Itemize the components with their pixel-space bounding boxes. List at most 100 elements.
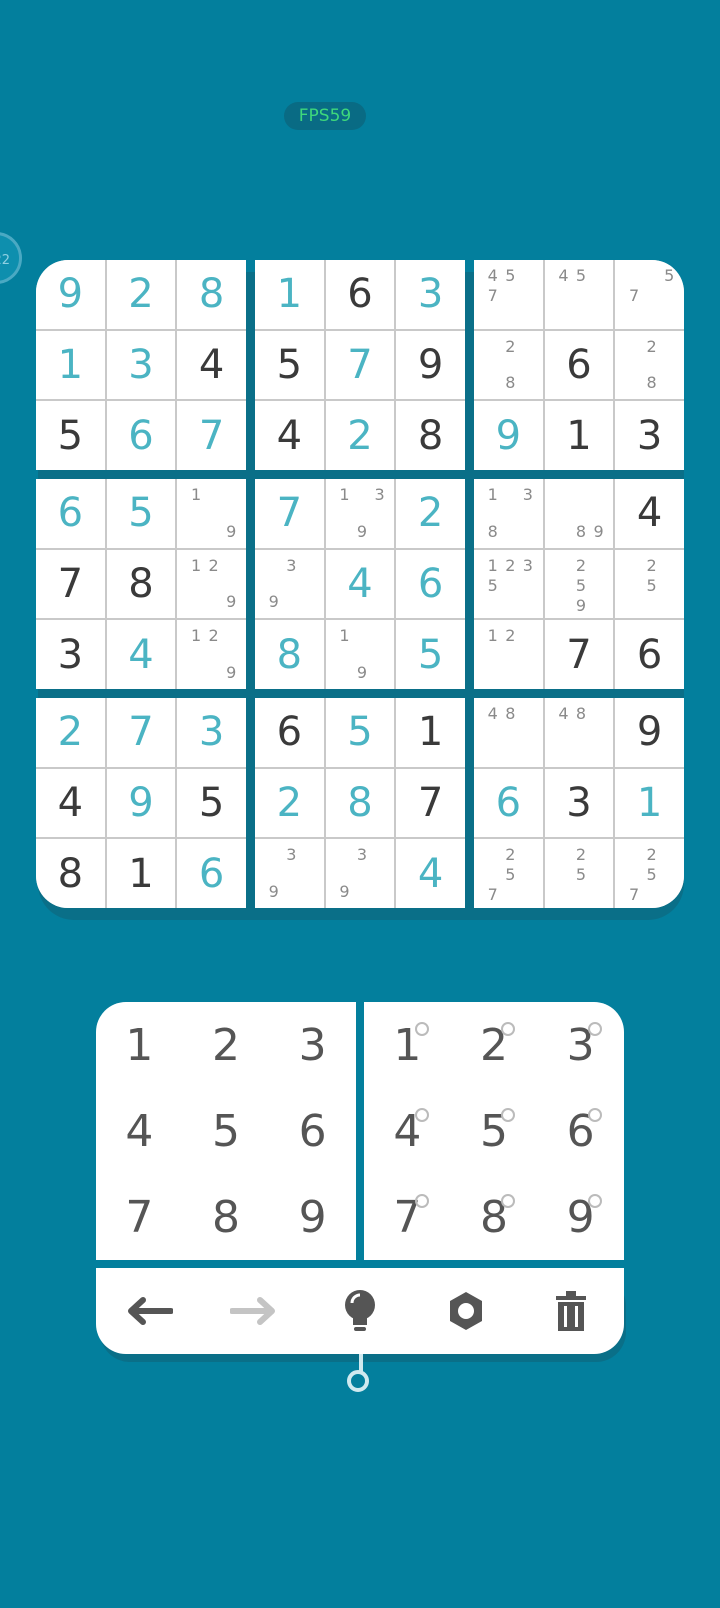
sudoku-cell[interactable]: 7 — [106, 698, 176, 767]
sudoku-cell[interactable]: 2 — [106, 260, 176, 329]
sudoku-cell[interactable]: 19 — [325, 620, 395, 689]
sudoku-cell[interactable]: 2 — [396, 479, 465, 548]
sudoku-cell[interactable]: 48 — [544, 698, 614, 767]
sudoku-cell[interactable]: 7 — [177, 401, 246, 470]
digit-key-5[interactable]: 5 — [183, 1088, 270, 1174]
sudoku-cell[interactable]: 9 — [36, 260, 105, 329]
settings-button[interactable] — [436, 1281, 496, 1341]
sudoku-cell[interactable]: 39 — [325, 839, 395, 908]
sudoku-cell[interactable]: 7 — [36, 549, 105, 619]
sudoku-cell[interactable]: 129 — [177, 549, 246, 619]
sudoku-cell[interactable]: 1 3 8 — [474, 479, 543, 548]
sudoku-cell[interactable]: 6 — [36, 479, 105, 548]
note-key-9[interactable]: 9 — [537, 1174, 624, 1260]
sudoku-cell[interactable]: 457 — [474, 260, 543, 329]
sudoku-cell[interactable]: 123 5 — [474, 549, 543, 619]
note-key-5[interactable]: 5 — [451, 1088, 538, 1174]
sudoku-cell[interactable]: 8 — [255, 620, 324, 689]
sudoku-cell[interactable]: 89 — [544, 479, 614, 548]
note-key-1[interactable]: 1 — [364, 1002, 451, 1088]
sudoku-cell[interactable]: 4 — [396, 839, 465, 908]
sudoku-cell[interactable]: 5 — [36, 401, 105, 470]
note-key-6[interactable]: 6 — [537, 1088, 624, 1174]
sudoku-cell[interactable]: 12 — [474, 620, 543, 689]
note-key-8[interactable]: 8 — [451, 1174, 538, 1260]
sudoku-cell[interactable]: 3 — [396, 260, 465, 329]
sudoku-cell[interactable]: 19 — [177, 479, 246, 548]
note-key-4[interactable]: 4 — [364, 1088, 451, 1174]
sudoku-cell[interactable]: 9 — [106, 768, 176, 838]
sudoku-cell[interactable]: 1 — [544, 401, 614, 470]
sudoku-cell[interactable]: 5 — [255, 330, 324, 400]
side-timer-bubble[interactable]: 22 — [0, 232, 22, 284]
hint-button[interactable] — [330, 1281, 390, 1341]
note-key-2[interactable]: 2 — [451, 1002, 538, 1088]
sudoku-cell[interactable]: 2 — [36, 698, 105, 767]
sudoku-cell[interactable]: 1 — [396, 698, 465, 767]
sudoku-cell[interactable]: 2 — [325, 401, 395, 470]
sudoku-cell[interactable]: 5 — [177, 768, 246, 838]
sudoku-cell[interactable]: 45 — [544, 260, 614, 329]
sudoku-cell[interactable]: 8 — [177, 260, 246, 329]
sudoku-cell[interactable]: 8 — [396, 401, 465, 470]
digit-key-9[interactable]: 9 — [269, 1174, 356, 1260]
note-key-3[interactable]: 3 — [537, 1002, 624, 1088]
sudoku-cell[interactable]: 4 — [177, 330, 246, 400]
sudoku-cell[interactable]: 8 — [325, 768, 395, 838]
sudoku-cell[interactable]: 4 — [106, 620, 176, 689]
sudoku-cell[interactable]: 3 — [177, 698, 246, 767]
sudoku-cell[interactable]: 7 — [396, 768, 465, 838]
digit-key-7[interactable]: 7 — [96, 1174, 183, 1260]
digit-key-1[interactable]: 1 — [96, 1002, 183, 1088]
sudoku-cell[interactable]: 6 — [615, 620, 684, 689]
sudoku-cell[interactable]: 5 — [396, 620, 465, 689]
sudoku-cell[interactable]: 48 — [474, 698, 543, 767]
sudoku-cell[interactable]: 5 — [106, 479, 176, 548]
sudoku-cell[interactable]: 8 — [106, 549, 176, 619]
sudoku-cell[interactable]: 9 — [474, 401, 543, 470]
sudoku-cell[interactable]: 1 — [36, 330, 105, 400]
sudoku-cell[interactable]: 1 — [615, 768, 684, 838]
sudoku-cell[interactable]: 129 — [177, 620, 246, 689]
sudoku-cell[interactable]: 3 — [106, 330, 176, 400]
sudoku-cell[interactable]: 6 — [177, 839, 246, 908]
sudoku-cell[interactable]: 2 — [255, 768, 324, 838]
sudoku-cell[interactable]: 6 — [255, 698, 324, 767]
sudoku-cell[interactable]: 39 — [255, 549, 324, 619]
sudoku-cell[interactable]: 39 — [255, 839, 324, 908]
sudoku-cell[interactable]: 25 — [615, 549, 684, 619]
sudoku-cell[interactable]: 4 — [36, 768, 105, 838]
undo-button[interactable] — [119, 1281, 179, 1341]
sudoku-cell[interactable]: 1 — [255, 260, 324, 329]
sudoku-cell[interactable]: 7 — [544, 620, 614, 689]
sudoku-cell[interactable]: 28 — [615, 330, 684, 400]
sudoku-cell[interactable]: 57 — [615, 260, 684, 329]
drag-handle[interactable] — [347, 1370, 369, 1392]
sudoku-cell[interactable]: 257 — [615, 839, 684, 908]
sudoku-cell[interactable]: 1 — [106, 839, 176, 908]
sudoku-cell[interactable]: 3 — [36, 620, 105, 689]
sudoku-cell[interactable]: 4 — [325, 549, 395, 619]
sudoku-cell[interactable]: 4 — [615, 479, 684, 548]
sudoku-cell[interactable]: 6 — [106, 401, 176, 470]
sudoku-cell[interactable]: 28 — [474, 330, 543, 400]
digit-key-3[interactable]: 3 — [269, 1002, 356, 1088]
digit-key-6[interactable]: 6 — [269, 1088, 356, 1174]
sudoku-cell[interactable]: 9 — [396, 330, 465, 400]
delete-button[interactable] — [541, 1281, 601, 1341]
sudoku-cell[interactable]: 1 39 — [325, 479, 395, 548]
sudoku-cell[interactable]: 6 — [544, 330, 614, 400]
sudoku-cell[interactable]: 6 — [325, 260, 395, 329]
digit-key-2[interactable]: 2 — [183, 1002, 270, 1088]
sudoku-cell[interactable]: 259 — [544, 549, 614, 619]
sudoku-cell[interactable]: 3 — [615, 401, 684, 470]
sudoku-cell[interactable]: 4 — [255, 401, 324, 470]
digit-key-8[interactable]: 8 — [183, 1174, 270, 1260]
sudoku-cell[interactable]: 8 — [36, 839, 105, 908]
digit-key-4[interactable]: 4 — [96, 1088, 183, 1174]
sudoku-cell[interactable]: 7 — [255, 479, 324, 548]
sudoku-cell[interactable]: 3 — [544, 768, 614, 838]
sudoku-cell[interactable]: 6 — [474, 768, 543, 838]
sudoku-cell[interactable]: 9 — [615, 698, 684, 767]
sudoku-cell[interactable]: 5 — [325, 698, 395, 767]
